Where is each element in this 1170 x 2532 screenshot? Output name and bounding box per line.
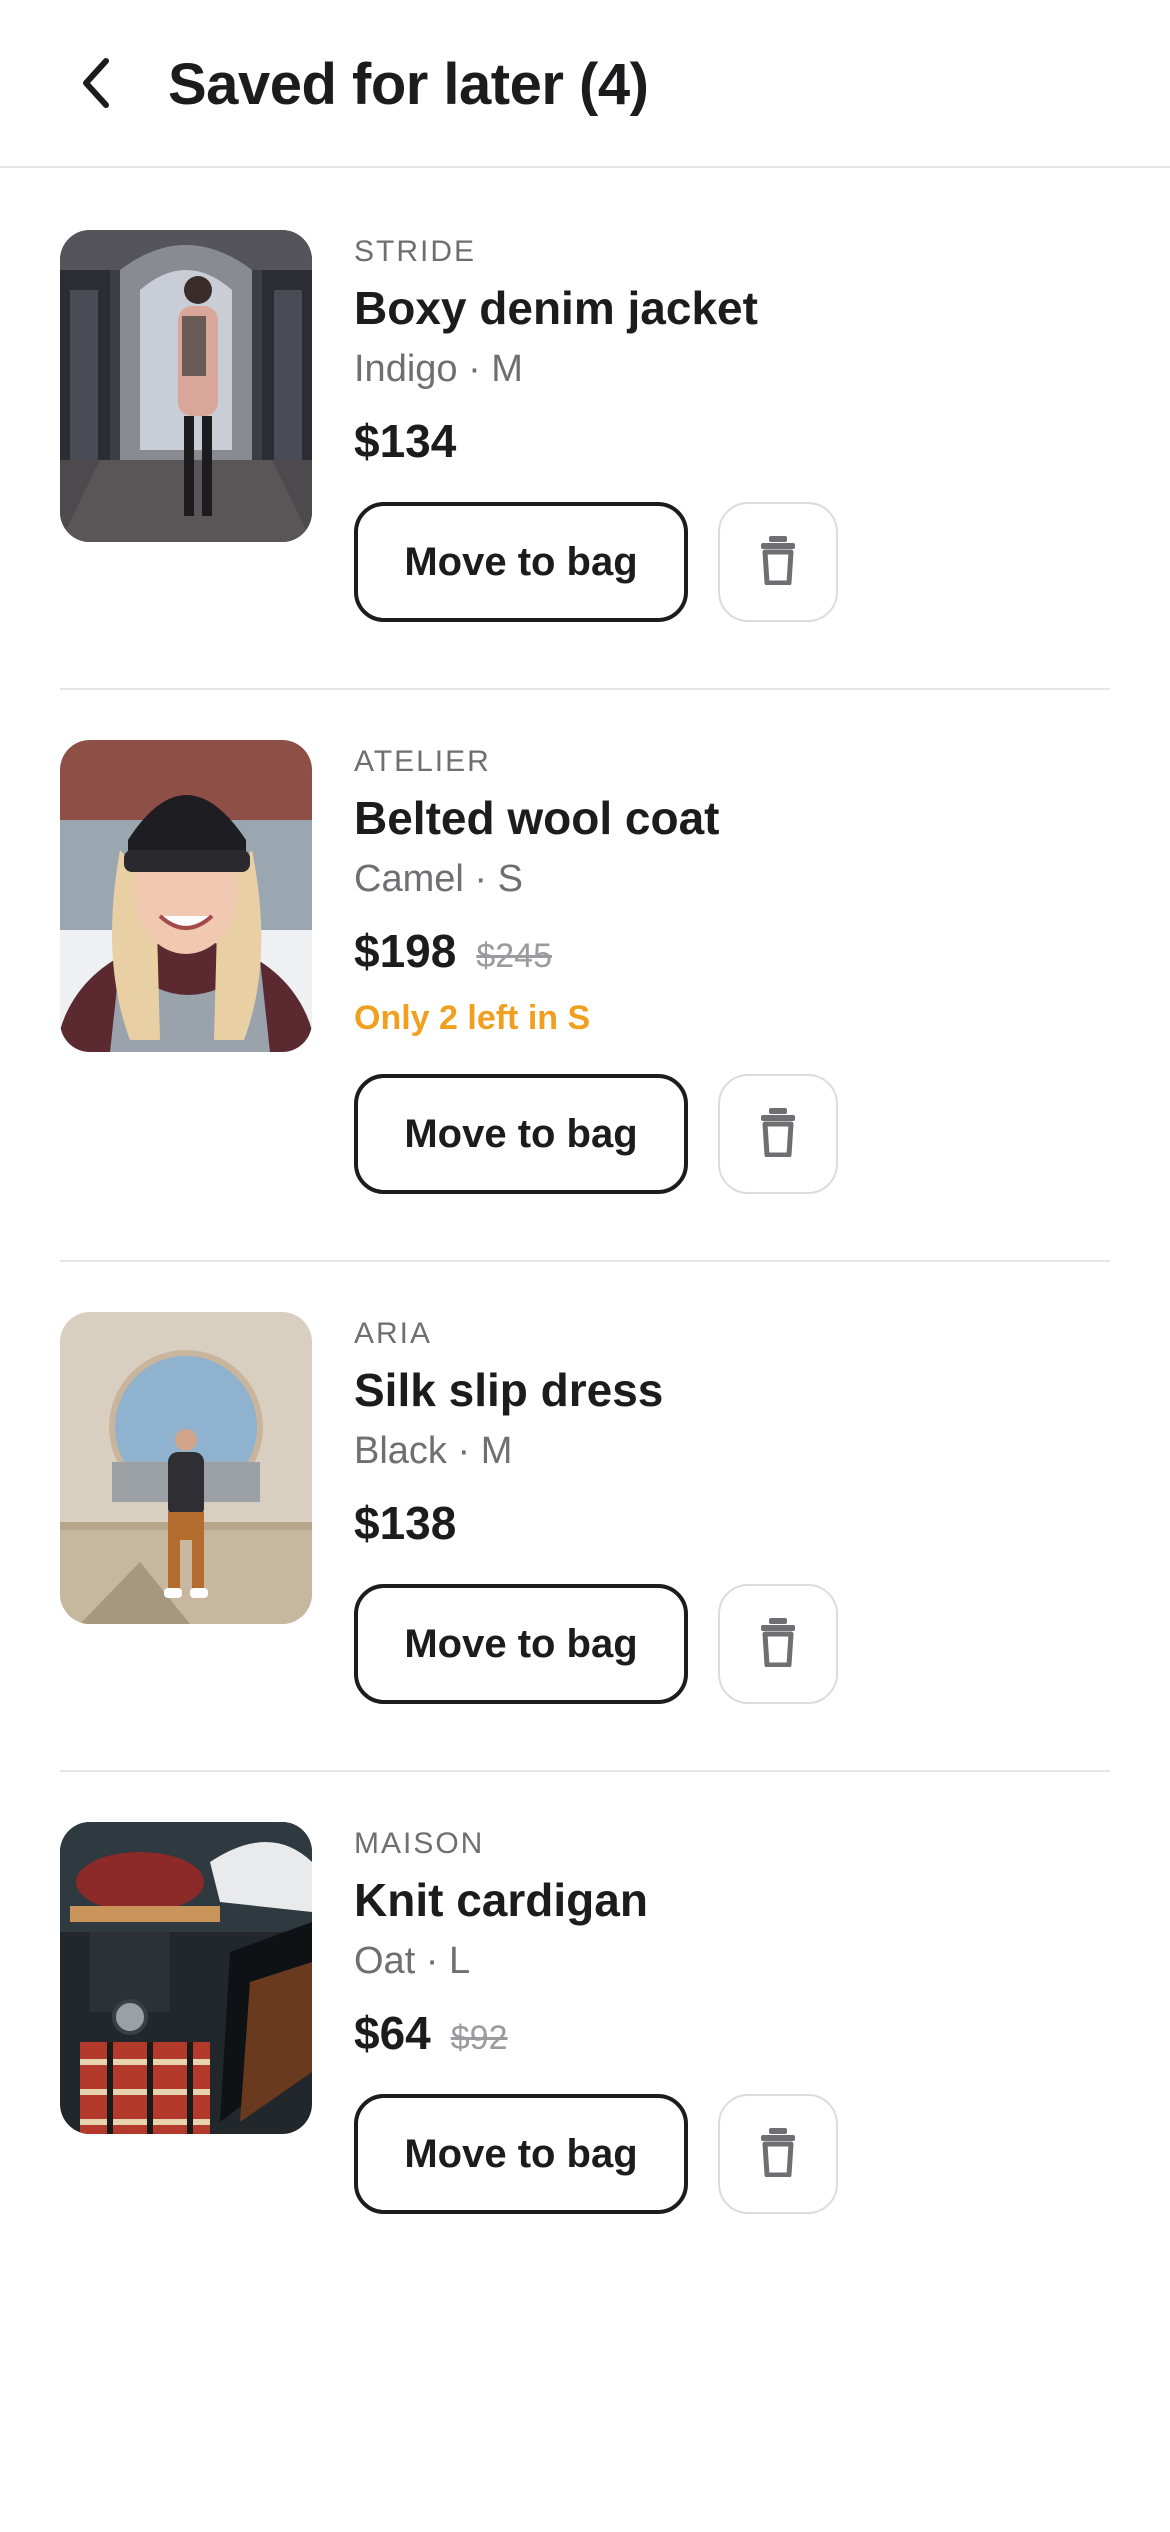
item-name[interactable]: Silk slip dress: [354, 1362, 1104, 1418]
back-button[interactable]: [56, 40, 136, 130]
item-info: ATELIER Belted wool coat Camel · S $198 …: [354, 744, 1104, 1194]
chevron-left-icon: [74, 53, 118, 118]
item-variant: Camel · S: [354, 858, 523, 900]
item-actions: Move to bag: [354, 502, 1104, 622]
move-to-bag-button[interactable]: Move to bag: [354, 502, 688, 622]
trash-icon: [758, 535, 798, 590]
price-row: $198 $245: [354, 924, 1104, 978]
divider: [60, 1770, 1110, 1772]
item-brand: ATELIER: [354, 745, 491, 778]
divider: [60, 1260, 1110, 1262]
delete-button[interactable]: [718, 2094, 838, 2214]
product-image[interactable]: [60, 230, 312, 542]
product-image[interactable]: [60, 740, 312, 1052]
top-bar: Saved for later (4): [0, 0, 1170, 168]
item-price: $138: [354, 1497, 457, 1549]
move-to-bag-button[interactable]: Move to bag: [354, 2094, 688, 2214]
delete-button[interactable]: [718, 1584, 838, 1704]
delete-button[interactable]: [718, 1074, 838, 1194]
item-price: $64: [354, 2007, 431, 2059]
product-image[interactable]: [60, 1312, 312, 1624]
item-variant: Indigo · M: [354, 348, 523, 390]
price-row: $64 $92: [354, 2006, 1104, 2060]
item-variant: Oat · L: [354, 1940, 471, 1982]
page-title: Saved for later (4): [168, 52, 649, 117]
item-variant: Black · M: [354, 1430, 513, 1472]
item-brand: MAISON: [354, 1827, 485, 1860]
item-price: $134: [354, 415, 457, 467]
price-row: $138: [354, 1496, 1104, 1550]
divider: [60, 688, 1110, 690]
item-name[interactable]: Belted wool coat: [354, 790, 1104, 846]
item-info: ARIA Silk slip dress Black · M $138 Move…: [354, 1316, 1104, 1704]
item-brand: ARIA: [354, 1317, 433, 1350]
price-row: $134: [354, 414, 1104, 468]
item-actions: Move to bag: [354, 1074, 1104, 1194]
trash-icon: [758, 1617, 798, 1672]
item-actions: Move to bag: [354, 1584, 1104, 1704]
move-to-bag-button[interactable]: Move to bag: [354, 1074, 688, 1194]
item-price: $198: [354, 925, 457, 977]
item-original-price: $245: [476, 937, 552, 975]
item-name[interactable]: Boxy denim jacket: [354, 280, 1104, 336]
item-brand: STRIDE: [354, 235, 477, 268]
move-to-bag-button[interactable]: Move to bag: [354, 1584, 688, 1704]
item-actions: Move to bag: [354, 2094, 1104, 2214]
trash-icon: [758, 1107, 798, 1162]
item-name[interactable]: Knit cardigan: [354, 1872, 1104, 1928]
item-info: STRIDE Boxy denim jacket Indigo · M $134…: [354, 234, 1104, 622]
product-image[interactable]: [60, 1822, 312, 2134]
low-stock-note: Only 2 left in S: [354, 999, 591, 1037]
item-info: MAISON Knit cardigan Oat · L $64 $92 Mov…: [354, 1826, 1104, 2214]
delete-button[interactable]: [718, 502, 838, 622]
item-original-price: $92: [450, 2019, 508, 2057]
trash-icon: [758, 2127, 798, 2182]
